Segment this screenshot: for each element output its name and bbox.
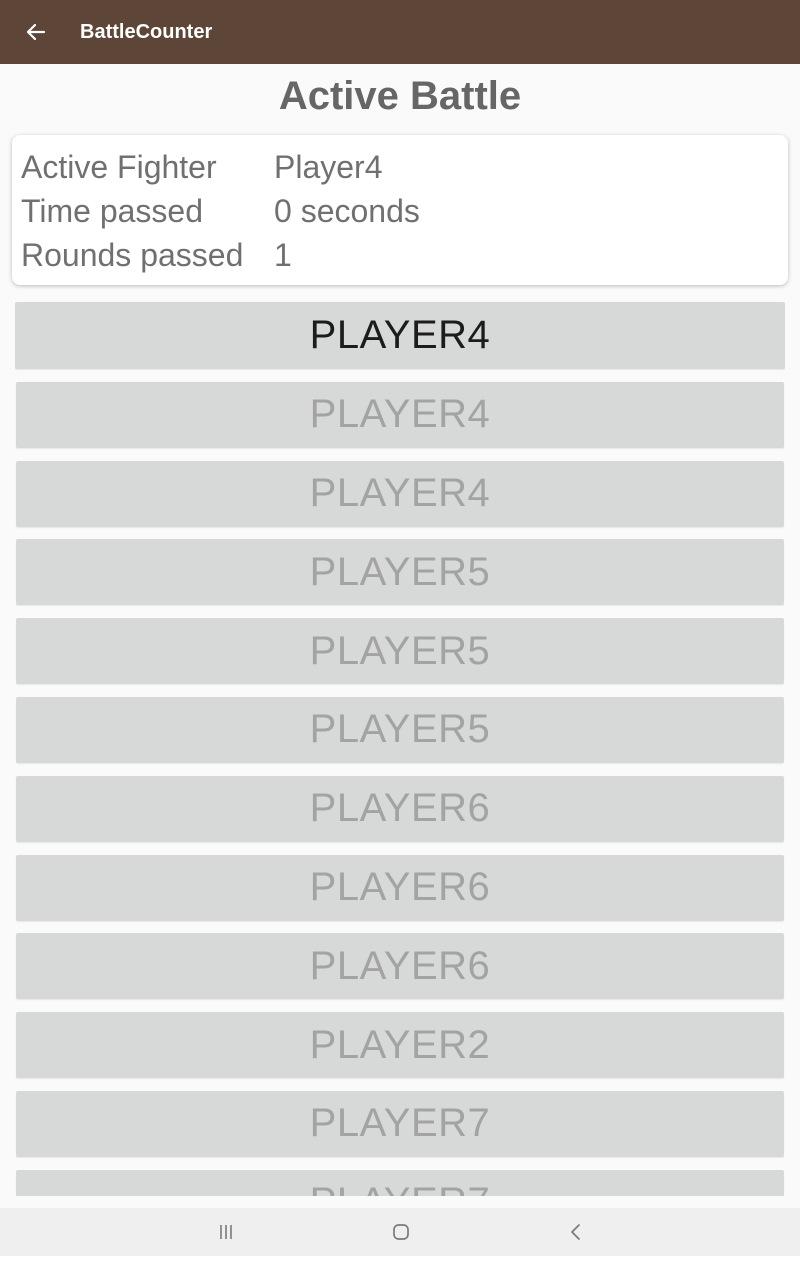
fighter-item[interactable]: PLAYER4 xyxy=(16,460,784,527)
fighter-item[interactable]: PLAYER6 xyxy=(16,854,784,921)
system-back-button[interactable] xyxy=(546,1208,606,1256)
fighter-list[interactable]: PLAYER4 PLAYER4 PLAYER4 PLAYER5 PLAYER5 … xyxy=(0,302,800,1196)
battle-info-card: Active Fighter Player4 Time passed 0 sec… xyxy=(12,135,788,285)
info-row-active-fighter: Active Fighter Player4 xyxy=(21,145,788,189)
fighter-item[interactable]: PLAYER5 xyxy=(16,539,784,606)
fighter-item[interactable]: PLAYER6 xyxy=(16,775,784,842)
fighter-item[interactable]: PLAYER2 xyxy=(16,1012,784,1079)
info-value: Player4 xyxy=(274,148,383,185)
home-button[interactable] xyxy=(371,1208,431,1256)
fighter-item[interactable]: PLAYER4 xyxy=(15,302,785,369)
fighter-item[interactable]: PLAYER5 xyxy=(16,696,784,763)
info-label: Rounds passed xyxy=(21,236,244,273)
recents-icon xyxy=(220,1225,232,1239)
info-row-rounds-passed: Rounds passed 1 xyxy=(21,233,788,277)
bottom-strip xyxy=(0,1256,800,1280)
system-nav-bar xyxy=(0,1208,800,1256)
arrow-left-icon xyxy=(26,23,46,41)
fighter-item[interactable]: PLAYER7 xyxy=(16,1090,784,1157)
recents-button[interactable] xyxy=(196,1208,256,1256)
page-title: Active Battle xyxy=(278,73,522,118)
info-value: 0 seconds xyxy=(274,192,420,229)
back-button[interactable] xyxy=(0,0,72,64)
fighter-item[interactable]: PLAYER7 xyxy=(16,1169,784,1196)
back-chevron-icon xyxy=(571,1224,580,1240)
screen: BattleCounter Active Battle Active Fight… xyxy=(0,0,800,1280)
info-row-time-passed: Time passed 0 seconds xyxy=(21,189,788,233)
app-title: BattleCounter xyxy=(80,20,213,43)
fighter-item[interactable]: PLAYER6 xyxy=(16,933,784,1000)
app-bar: BattleCounter xyxy=(0,0,800,64)
home-icon xyxy=(393,1224,409,1240)
info-label: Time passed xyxy=(21,192,203,229)
info-label: Active Fighter xyxy=(21,148,217,185)
fighter-item[interactable]: PLAYER4 xyxy=(16,381,784,448)
fighter-item[interactable]: PLAYER5 xyxy=(16,618,784,685)
info-value: 1 xyxy=(274,236,292,273)
